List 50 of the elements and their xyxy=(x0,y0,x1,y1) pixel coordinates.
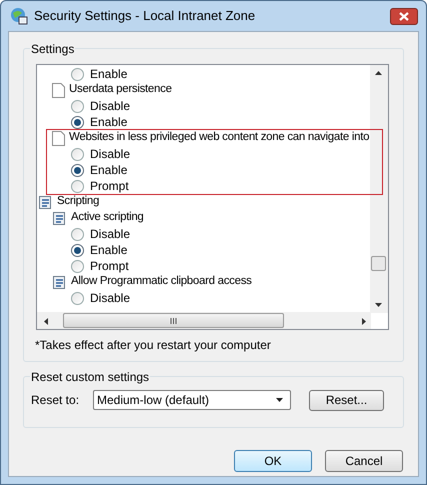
document-icon xyxy=(52,82,65,98)
level-dropdown[interactable]: Medium-low (default) xyxy=(93,390,291,410)
close-icon xyxy=(399,12,409,20)
reset-button[interactable]: Reset... xyxy=(309,390,384,410)
scroll-thumb[interactable] xyxy=(371,256,386,271)
close-button[interactable] xyxy=(390,8,418,24)
option-label: Prompt xyxy=(90,258,129,275)
script-icon xyxy=(52,274,67,290)
radio-button[interactable] xyxy=(71,260,84,272)
radio-button[interactable] xyxy=(71,116,84,128)
option-label: Disable xyxy=(90,98,130,115)
left-arrow-icon xyxy=(44,318,48,325)
option-label: Enable xyxy=(90,66,128,83)
grip-icon xyxy=(170,318,177,324)
globe-icon xyxy=(10,7,28,25)
document-icon xyxy=(52,130,65,146)
field-label: Reset to: xyxy=(31,392,80,409)
setting-label: Websites in less privileged web content zone can navigate into xyxy=(69,130,370,146)
right-arrow-icon xyxy=(362,318,366,325)
scroll-thumb[interactable] xyxy=(63,313,284,328)
dialog-button[interactable]: Cancel xyxy=(325,450,403,472)
note-text: *Takes effect after you restart your computer xyxy=(35,337,272,354)
option-label: Enable xyxy=(90,242,128,259)
script-icon xyxy=(38,194,53,210)
option-label: Disable xyxy=(90,226,130,243)
radio-button[interactable] xyxy=(71,68,84,80)
up-arrow-icon xyxy=(375,71,382,75)
radio-button[interactable] xyxy=(71,244,84,256)
option-label: Enable xyxy=(90,162,128,179)
radio-button[interactable] xyxy=(71,148,84,160)
script-icon xyxy=(52,210,67,226)
radio-button[interactable] xyxy=(71,100,84,112)
option-label: Enable xyxy=(90,114,128,131)
option-label: Prompt xyxy=(90,178,129,195)
radio-button[interactable] xyxy=(71,180,84,192)
horizontal-scrollbar[interactable] xyxy=(37,312,371,329)
radio-button[interactable] xyxy=(71,228,84,240)
setting-label: Allow Programmatic clipboard access xyxy=(71,274,252,290)
option-label: Disable xyxy=(90,146,130,163)
vertical-scrollbar[interactable] xyxy=(370,65,388,313)
dropdown-arrow-icon xyxy=(276,398,283,402)
radio-button[interactable] xyxy=(71,164,84,176)
setting-label: Userdata persistence xyxy=(69,82,172,98)
dialog-button[interactable]: OK xyxy=(234,450,312,472)
down-arrow-icon xyxy=(375,303,382,307)
window-title: Security Settings - Local Intranet Zone xyxy=(34,7,256,26)
setting-label: Active scripting xyxy=(71,210,144,226)
option-label: Disable xyxy=(90,290,130,307)
category-label: Scripting xyxy=(57,194,100,210)
radio-button[interactable] xyxy=(71,292,84,304)
